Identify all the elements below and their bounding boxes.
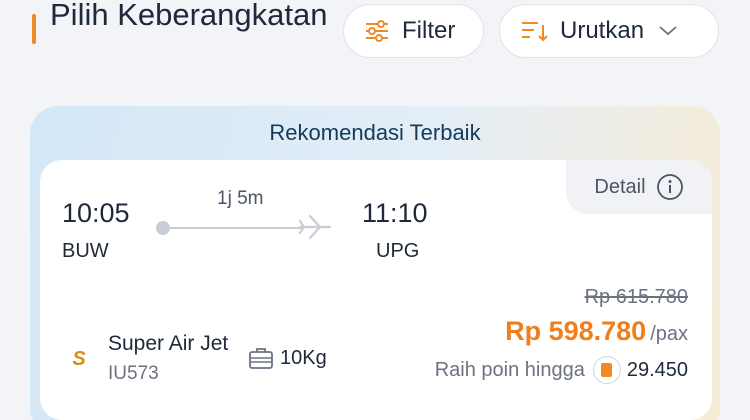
header-accent-bar (32, 14, 36, 44)
baggage-allowance: 10Kg (248, 346, 327, 370)
coin-icon (592, 356, 621, 384)
baggage-label: 10Kg (280, 346, 327, 369)
detail-button[interactable]: Detail (566, 160, 712, 214)
info-icon (656, 174, 683, 200)
plane-icon (298, 214, 332, 240)
sliders-icon (366, 20, 388, 42)
original-price: Rp 615.780 (584, 286, 688, 308)
arrival-time: 11:10 (362, 198, 428, 228)
sort-button[interactable]: Urutkan (499, 4, 719, 58)
points-label: Raih poin hingga (434, 358, 585, 381)
page-title: Pilih Keberangkatan (50, 0, 328, 32)
arrival-airport-code: UPG (376, 240, 420, 262)
flight-number: IU573 (108, 363, 159, 384)
airline-name: Super Air Jet (108, 332, 229, 355)
recommendation-title: Rekomendasi Terbaik (269, 120, 481, 145)
points-row: Raih poin hingga 29.450 (435, 356, 688, 384)
filter-label: Filter (402, 17, 456, 44)
airline-logo: S (60, 340, 98, 378)
suitcase-icon (249, 348, 273, 369)
price-unit: /pax (650, 323, 688, 345)
points-value: 29.450 (626, 358, 688, 381)
chevron-down-icon (659, 26, 677, 36)
price: Rp 598.780 (505, 316, 647, 346)
price-row: Rp 598.780 /pax (505, 316, 688, 347)
sort-icon (522, 22, 548, 42)
detail-label: Detail (594, 175, 646, 198)
flight-duration: 1j 5m (217, 188, 264, 209)
filter-button[interactable]: Filter (343, 4, 484, 58)
route-line (164, 227, 304, 229)
flight-card[interactable]: Detail 10:05 BUW 1j 5m 11:10 UPG Rp 615.… (40, 160, 712, 420)
departure-airport-code: BUW (62, 240, 109, 262)
sort-label: Urutkan (560, 17, 645, 44)
departure-time: 10:05 (62, 198, 130, 228)
